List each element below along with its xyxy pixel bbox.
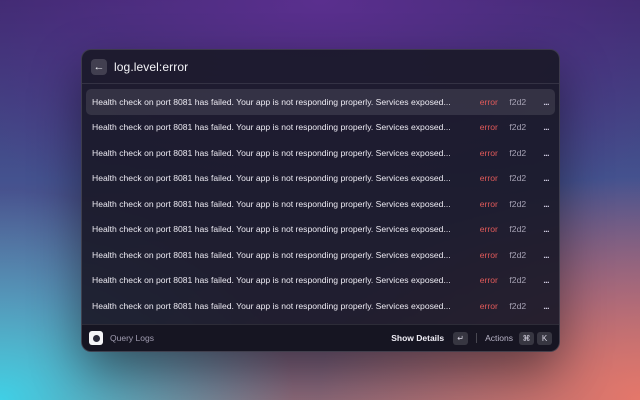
log-message: Health check on port 8081 has failed. Yo… <box>92 275 451 286</box>
log-message: Health check on port 8081 has failed. Yo… <box>92 122 451 133</box>
actions-button[interactable]: Actions <box>485 333 513 343</box>
more-options-icon[interactable]: ... <box>539 122 549 132</box>
log-host: f2d2 <box>509 224 527 235</box>
log-host: f2d2 <box>509 300 527 311</box>
show-details-button[interactable]: Show Details <box>391 333 444 343</box>
log-row[interactable]: Health check on port 8081 has failed. Yo… <box>86 140 555 166</box>
log-row[interactable]: Health check on port 8081 has failed. Yo… <box>86 268 555 294</box>
log-level-badge: error <box>479 122 498 133</box>
log-host: f2d2 <box>509 275 527 286</box>
log-row[interactable]: Health check on port 8081 has failed. Yo… <box>86 242 555 268</box>
more-options-icon[interactable]: ... <box>539 199 549 209</box>
log-message: Health check on port 8081 has failed. Yo… <box>92 96 451 107</box>
log-message: Health check on port 8081 has failed. Yo… <box>92 147 451 158</box>
log-host: f2d2 <box>509 96 527 107</box>
log-level-badge: error <box>479 300 498 311</box>
arrow-left-icon[interactable]: ← <box>91 58 107 75</box>
log-message: Health check on port 8081 has failed. Yo… <box>92 198 451 209</box>
log-level-badge: error <box>479 224 498 235</box>
footer-bar: Query Logs Show Details ↵ Actions ⌘ K <box>82 324 559 351</box>
log-host: f2d2 <box>509 147 527 158</box>
log-row[interactable]: Health check on port 8081 has failed. Yo… <box>86 166 555 192</box>
more-options-icon[interactable]: ... <box>539 97 549 107</box>
log-row[interactable]: Health check on port 8081 has failed. Yo… <box>86 115 555 141</box>
log-row[interactable]: Health check on port 8081 has failed. Yo… <box>86 191 555 217</box>
log-message: Health check on port 8081 has failed. Yo… <box>92 173 451 184</box>
command-key-hint: ⌘ <box>519 331 534 345</box>
more-options-icon[interactable]: ... <box>539 250 549 260</box>
log-message: Health check on port 8081 has failed. Yo… <box>92 224 451 235</box>
log-level-badge: error <box>479 275 498 286</box>
log-level-badge: error <box>479 147 498 158</box>
search-query[interactable]: log.level:error <box>114 60 188 74</box>
log-query-window: ← log.level:error Health check on port 8… <box>81 49 560 352</box>
log-row[interactable]: Health check on port 8081 has failed. Yo… <box>86 293 555 319</box>
log-host: f2d2 <box>509 198 527 209</box>
enter-key-hint: ↵ <box>453 331 469 345</box>
log-row[interactable]: Health check on port 8081 has failed. Yo… <box>86 217 555 243</box>
log-list: Health check on port 8081 has failed. Yo… <box>82 84 559 319</box>
header: ← log.level:error <box>82 50 559 84</box>
log-level-badge: error <box>479 249 498 260</box>
log-level-badge: error <box>479 96 498 107</box>
log-row[interactable]: Health check on port 8081 has failed. Yo… <box>86 89 555 115</box>
log-host: f2d2 <box>509 249 527 260</box>
log-level-badge: error <box>479 198 498 209</box>
more-options-icon[interactable]: ... <box>539 173 549 183</box>
log-host: f2d2 <box>509 122 527 133</box>
more-options-icon[interactable]: ... <box>539 224 549 234</box>
more-options-icon[interactable]: ... <box>539 148 549 158</box>
log-message: Health check on port 8081 has failed. Yo… <box>92 300 451 311</box>
log-host: f2d2 <box>509 173 527 184</box>
log-message: Health check on port 8081 has failed. Yo… <box>92 249 451 260</box>
log-level-badge: error <box>479 173 498 184</box>
k-key-hint: K <box>537 331 552 345</box>
more-options-icon[interactable]: ... <box>539 301 549 311</box>
footer-title: Query Logs <box>110 333 154 343</box>
query-logs-app-icon <box>89 331 103 345</box>
footer-divider <box>476 333 478 343</box>
more-options-icon[interactable]: ... <box>539 275 549 285</box>
